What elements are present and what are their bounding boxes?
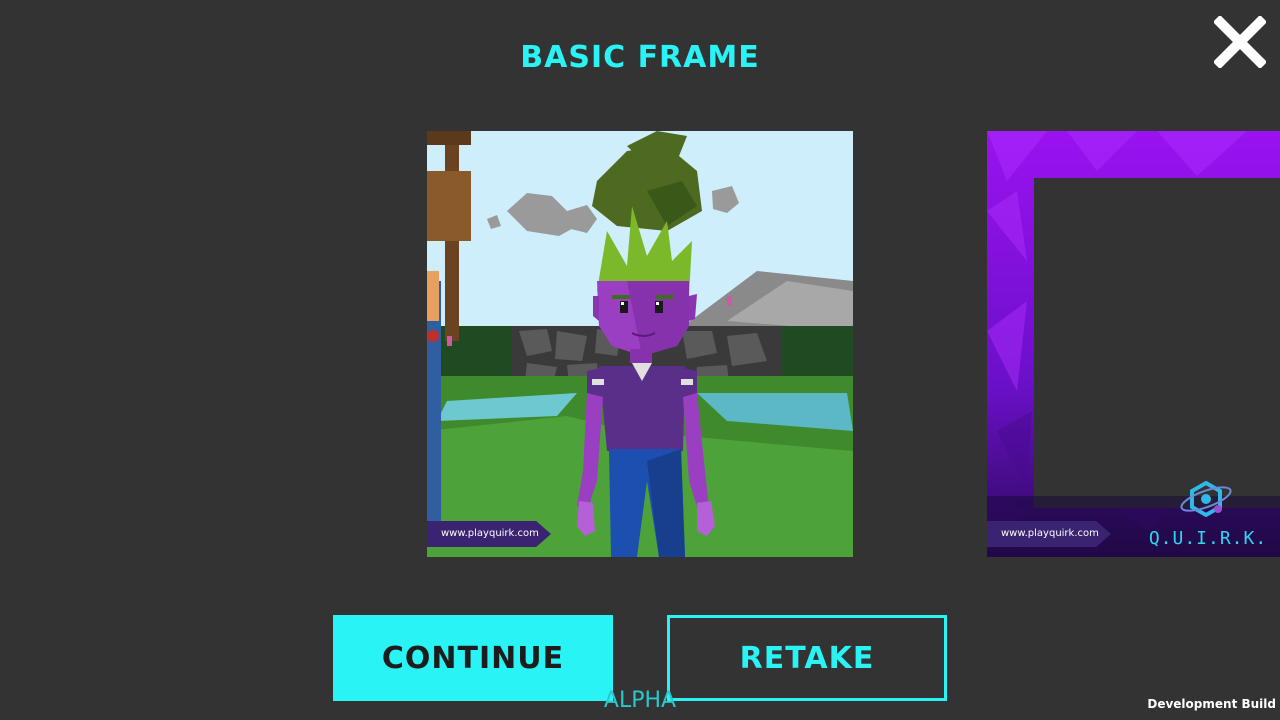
close-x-icon [1212,14,1268,70]
watermark-url-tag: www.playquirk.com [427,521,551,547]
next-frame-preview[interactable]: www.playquirk.com Q.U.I.R.K. [987,131,1280,557]
quirk-logo-icon [1180,480,1232,518]
page-title: BASIC FRAME [520,40,760,75]
dev-build-label: Development Build [1147,697,1276,711]
watermark-url-tag: www.playquirk.com [987,521,1111,547]
quirk-logo-text: Q.U.I.R.K. [1148,528,1268,549]
quirk-logo: Q.U.I.R.K. [1142,479,1274,549]
captured-photo: www.playquirk.com [427,131,853,557]
alpha-label: ALPHA [603,688,677,713]
close-button[interactable] [1212,14,1268,70]
photo-scene [427,131,853,557]
